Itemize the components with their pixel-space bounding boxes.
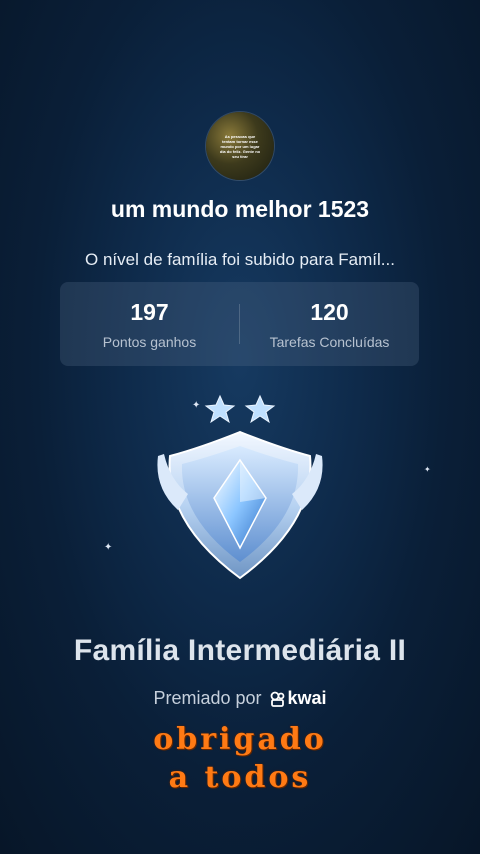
awarded-by-label: Premiado por: [153, 688, 262, 708]
avatar-caption: As pessoas que tentam tornar esse mundo …: [219, 133, 261, 159]
stat-tasks-value: 120: [310, 298, 349, 325]
kwai-icon: [270, 691, 284, 707]
stat-points: 197 Pontos ganhos: [60, 299, 239, 350]
kwai-logo: kwai: [270, 688, 327, 709]
sparkle-icon: ✦: [104, 542, 113, 553]
star-icon: [244, 394, 276, 424]
sparkle-icon: ✦: [424, 465, 431, 474]
level-name: Família Intermediária II: [73, 634, 407, 667]
stats-card: 197 Pontos ganhos 120 Tarefas Concluídas: [60, 282, 419, 366]
stat-points-label: Pontos ganhos: [102, 333, 197, 350]
avatar[interactable]: As pessoas que tentam tornar esse mundo …: [206, 112, 274, 180]
overlay-text-line1: obrigado: [153, 722, 327, 757]
page-title: um mundo melhor 1523: [110, 196, 370, 222]
star-icon: [204, 394, 236, 424]
stat-tasks: 120 Tarefas Concluídas: [240, 299, 419, 350]
level-up-message: O nível de família foi subido para Famíl…: [85, 250, 395, 269]
stat-tasks-label: Tarefas Concluídas: [269, 333, 390, 350]
awarded-by: Premiado por kwai: [0, 688, 480, 709]
overlay-text-line2: a todos: [168, 760, 312, 795]
shield-crystal-icon: [157, 394, 323, 580]
brand-name: kwai: [287, 688, 327, 708]
stat-points-value: 197: [130, 298, 169, 325]
